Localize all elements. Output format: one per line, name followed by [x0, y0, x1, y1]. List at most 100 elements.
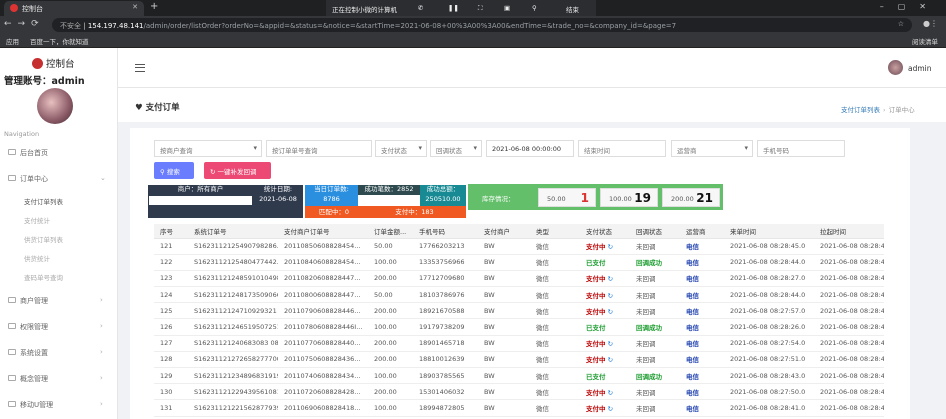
user-avatar[interactable]: [888, 60, 903, 75]
phone-input[interactable]: 手机号码: [757, 140, 845, 157]
sidebar-sub-supply-stats[interactable]: 供货统计: [24, 253, 50, 263]
column-header[interactable]: 手机号码: [413, 224, 478, 239]
refresh-icon[interactable]: ↻: [606, 275, 613, 283]
operator-select[interactable]: 运营商: [671, 140, 753, 157]
column-header[interactable]: 回调状态: [630, 224, 680, 239]
table-cell: 100.00: [368, 254, 413, 271]
table-row[interactable]: 129 S16231121234896831919 2011074060882843…: [154, 367, 884, 385]
column-header[interactable]: 运营商: [680, 224, 724, 239]
refresh-icon[interactable]: ↻: [606, 356, 613, 364]
order-no-input[interactable]: 按订单单号查询: [266, 140, 372, 157]
table-cell: 未回调: [630, 238, 680, 255]
column-header[interactable]: 来单时间: [724, 224, 814, 239]
refresh-icon[interactable]: ↻: [606, 340, 613, 348]
column-header[interactable]: 系统订单号: [188, 224, 278, 239]
pay-status-text: 支付中: [586, 307, 606, 316]
table-cell: 2021-06-08 08:27:51.0: [724, 351, 814, 369]
table-row[interactable]: 124 S16231121248173509066 2011080060882844…: [154, 286, 884, 304]
refresh-icon[interactable]: ↻: [606, 292, 613, 300]
table-row[interactable]: 122 S1623112125480477442... 20110840608828…: [154, 254, 884, 271]
resend-callback-button[interactable]: ↻ 一键补发回调: [204, 162, 271, 179]
table-cell: 2021-06-08 08:28:43.0: [724, 367, 814, 385]
pin-icon[interactable]: ⚲: [532, 4, 537, 12]
table-cell: 20110720608828428...: [278, 383, 368, 401]
column-header[interactable]: 序号: [154, 224, 188, 239]
merchant-icon: [8, 297, 16, 303]
table-cell: 100.00: [368, 367, 413, 385]
table-cell: 电信: [680, 318, 724, 336]
fullscreen-icon[interactable]: ⛶: [478, 4, 483, 13]
reading-list[interactable]: 阅读清单: [912, 36, 938, 46]
refresh-icon[interactable]: ↻: [606, 243, 613, 251]
merchant-select[interactable]: 按商户查询: [154, 140, 262, 157]
screenshot-icon[interactable]: ▣: [504, 4, 510, 12]
menu-toggle-icon[interactable]: [135, 64, 145, 72]
callback-status-select[interactable]: 回调状态: [430, 140, 482, 157]
refresh-icon[interactable]: ↻: [606, 405, 613, 413]
pause-icon[interactable]: ❚❚: [448, 4, 459, 12]
table-row[interactable]: 121 S1623112125490798286... 20110850608828…: [154, 238, 884, 255]
pay-status-select[interactable]: 支付状态: [375, 140, 427, 157]
table-row[interactable]: 131 S16231121221562877939 2011069060882841…: [154, 399, 884, 417]
date-label: 统计日期:: [253, 185, 303, 195]
table-cell: 20110740608828434...: [278, 367, 368, 385]
logo: 控制台: [32, 56, 75, 70]
table-cell: 微信: [530, 351, 580, 369]
table-cell: 2021-06-08 08:28:43: [814, 383, 884, 401]
profile-icon[interactable]: ●⋮: [923, 19, 938, 28]
table-row[interactable]: 128 S16231121272658277700 2011075060882843…: [154, 351, 884, 369]
column-header[interactable]: 支付商户: [478, 224, 530, 239]
nav-buttons[interactable]: ←→⟳: [4, 19, 45, 29]
end-time-input[interactable]: 结束时间: [578, 140, 666, 157]
breadcrumb-link[interactable]: 支付订单列表: [841, 106, 880, 114]
table-cell: 2021-06-08 08:28:45: [814, 286, 884, 304]
sidebar-sub-code-lookup[interactable]: 查码单号查询: [24, 272, 63, 282]
close-tab-icon[interactable]: ✕: [132, 3, 138, 11]
column-header[interactable]: 拉起时间: [814, 224, 884, 239]
table-header-row: 序号 系统订单号 支付商户订单号 订单金额... 手机号码 支付商户 类型 支付状态 回调状态运…: [154, 224, 884, 239]
username[interactable]: admin: [908, 64, 932, 73]
column-header[interactable]: 订单金额...: [368, 224, 413, 239]
phone-icon[interactable]: ✆: [418, 4, 423, 12]
column-header[interactable]: 支付状态: [580, 224, 630, 239]
refresh-icon[interactable]: ↻: [606, 308, 613, 316]
column-header[interactable]: 支付商户订单号: [278, 224, 368, 239]
column-header[interactable]: 类型: [530, 224, 580, 239]
table-cell: 100.00: [368, 318, 413, 336]
table-cell: 未回调: [630, 351, 680, 369]
table-row[interactable]: 126 S16231121246519507251 2011078060882844…: [154, 318, 884, 336]
sidebar-sub-pay-orders[interactable]: 支付订单列表: [24, 196, 63, 206]
table-cell: 2021-06-08 08:28:27.0: [724, 270, 814, 288]
pay-status-text: 支付中: [586, 340, 606, 349]
table-cell: 电信: [680, 254, 724, 271]
start-time-input[interactable]: 2021-06-08 00:00:00: [486, 140, 574, 157]
sidebar-sub-supply-orders[interactable]: 供货订单列表: [24, 234, 63, 244]
new-tab-icon[interactable]: +: [150, 1, 158, 12]
search-button[interactable]: ⚲ 搜索: [154, 162, 194, 179]
table-cell: 支付中 ↻: [580, 399, 630, 417]
sidebar-sub-pay-stats[interactable]: 支付统计: [24, 215, 50, 225]
bookmark-baidu[interactable]: 百度一下，你就知道: [30, 36, 89, 46]
end-session-button[interactable]: 结束: [566, 4, 579, 14]
inventory-count: 1: [580, 191, 589, 205]
table-cell: 126: [154, 318, 188, 336]
table-cell: 微信: [530, 254, 580, 271]
table-cell: 支付中 ↻: [580, 302, 630, 320]
url-host: 154.197.48.141: [87, 22, 144, 30]
account-label: 管理账号：admin: [4, 76, 85, 87]
window-controls[interactable]: –▢✕: [880, 2, 940, 11]
table-row[interactable]: 130 S16231121229439561081 2011072060882842…: [154, 383, 884, 401]
table-row[interactable]: 127 S16231121240683083 08 2011077060882844…: [154, 335, 884, 352]
not-secure-label: 不安全: [60, 22, 81, 30]
orders-table: 序号 系统订单号 支付商户订单号 订单金额... 手机号码 支付商户 类型 支付状态 回调状态运…: [154, 224, 884, 417]
table-row[interactable]: 125 S1623112124710929321 7 201107906088284…: [154, 302, 884, 320]
table-row[interactable]: 123 S16231121248591010498 2011082060882844…: [154, 270, 884, 288]
pay-status-text: 支付中: [586, 388, 606, 397]
refresh-icon[interactable]: ↻: [606, 389, 613, 397]
table-cell: 124: [154, 286, 188, 304]
url-input[interactable]: 不安全 | 154.197.48.141/admin/order/listOrd…: [52, 18, 912, 32]
table-cell: 电信: [680, 286, 724, 304]
bookmark-star-icon[interactable]: ☆: [898, 20, 904, 28]
bookmark-apps[interactable]: 应用: [6, 36, 19, 46]
browser-tab[interactable]: 控制台 ✕: [4, 1, 144, 16]
